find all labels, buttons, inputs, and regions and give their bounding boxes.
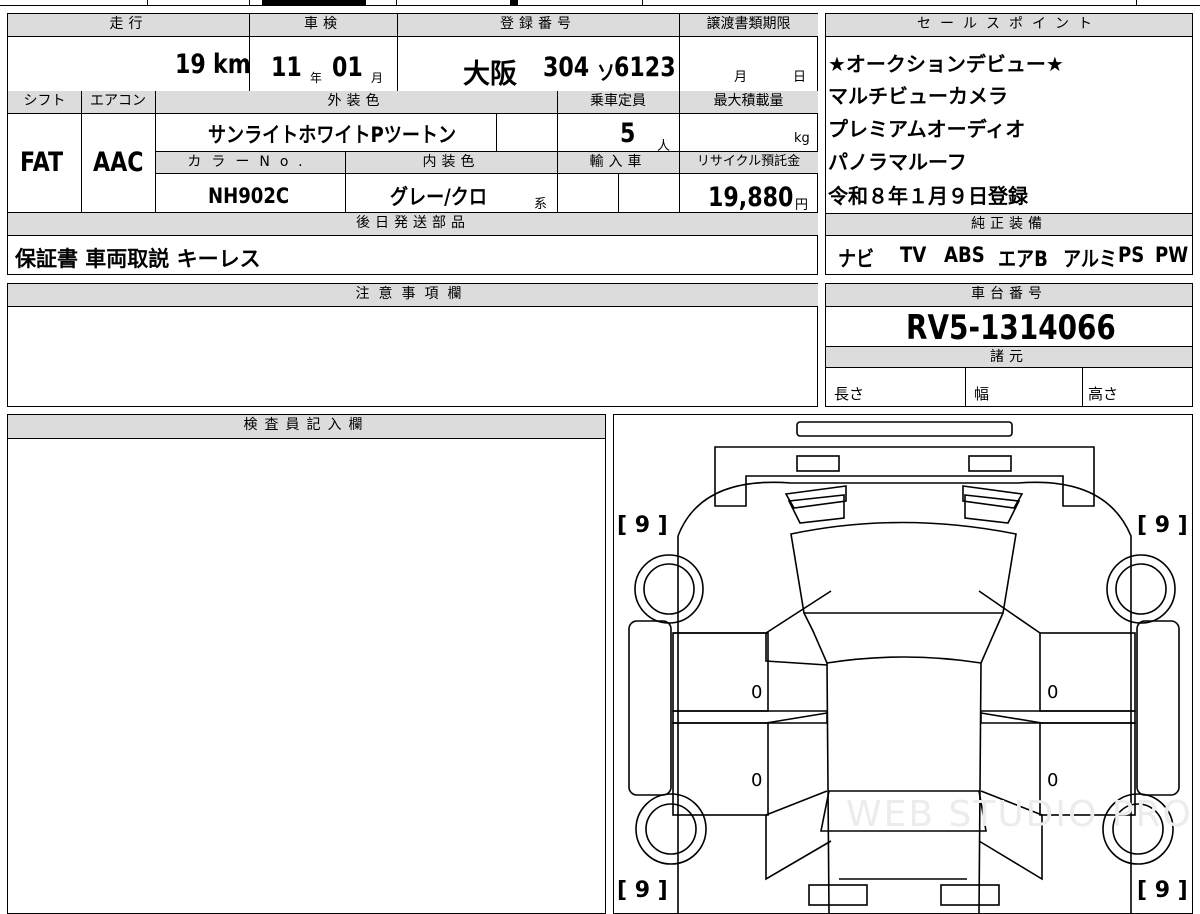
registration-number: 6123 <box>614 52 676 83</box>
car-diagram-panel: [ 9 ] [ 9 ] [ 9 ] [ 9 ] 0 0 0 0 WEB STUD… <box>613 414 1193 914</box>
inspection-month-unit: 月 <box>371 71 384 85</box>
sales-point-4: パノラマルーフ <box>828 150 967 174</box>
spec-length: 長さ <box>834 385 865 403</box>
shift-value: FAT <box>20 147 64 178</box>
inspection-header: 車検 <box>249 14 397 36</box>
chassis-no-header: 車台番号 <box>826 284 1192 306</box>
interior-color-header: 内装色 <box>345 152 557 173</box>
mileage-header: 走行 <box>8 14 249 36</box>
tire-depth-rear-right: [ 9 ] <box>1137 878 1188 903</box>
specs-header: 諸元 <box>826 347 1192 367</box>
registration-kana: ソ <box>597 61 616 85</box>
mileage-value: 19 <box>175 49 206 80</box>
equipment-alloy: アルミ <box>1063 247 1118 271</box>
tire-depth-rear-left: [ 9 ] <box>617 878 668 903</box>
recycle-fee-header: リサイクル預託金 <box>679 152 818 173</box>
shift-header: シフト <box>8 91 81 113</box>
equipment-pw: PW <box>1155 243 1189 267</box>
top-strip <box>0 0 1200 6</box>
color-no-value: NH902C <box>208 184 290 208</box>
registration-class: 304 <box>543 52 590 83</box>
spec-width: 幅 <box>974 385 990 403</box>
spec-height: 高さ <box>1088 385 1119 403</box>
watermark: WEB STUDIO PRO <box>846 794 1192 835</box>
aircon-header: エアコン <box>81 91 155 113</box>
sales-points-panel: セールスポイント ★オークションデビュー★ マルチビューカメラ プレミアムオーデ… <box>825 13 1193 275</box>
import-header: 輸入車 <box>557 152 679 173</box>
sales-point-2: マルチビューカメラ <box>828 84 1008 108</box>
mileage-unit: km <box>213 49 251 80</box>
sales-point-5: 令和８年１月９日登録 <box>828 184 1028 208</box>
equipment-airbag: エアB <box>998 247 1048 271</box>
inspector-header: 検査員記入欄 <box>8 415 605 438</box>
equipment-abs: ABS <box>944 243 985 267</box>
exterior-color-value: サンライトホワイトPツートン <box>208 123 457 147</box>
equipment-tv: TV <box>900 243 927 267</box>
tire-depth-front-left: [ 9 ] <box>617 513 668 538</box>
genuine-equipment-header: 純正装備 <box>826 214 1192 235</box>
sales-point-3: プレミアムオーディオ <box>828 117 1026 141</box>
equipment-ps: PS <box>1118 243 1145 267</box>
interior-color-value: グレー/クロ <box>390 185 487 209</box>
sales-points-header: セールスポイント <box>826 14 1192 36</box>
chassis-panel: 車台番号 RV5-1314066 諸元 長さ 幅 高さ <box>825 283 1193 407</box>
max-load-header: 最大積載量 <box>679 91 818 113</box>
car-diagram: [ 9 ] [ 9 ] [ 9 ] [ 9 ] 0 0 0 0 WEB STUD… <box>617 421 1192 913</box>
door-marker-rear-right: 0 <box>1047 770 1058 791</box>
inspection-year-unit: 年 <box>310 71 323 85</box>
notes-header: 注意事項欄 <box>8 284 818 306</box>
transfer-day-unit: 日 <box>793 70 807 85</box>
equipment-navi: ナビ <box>838 247 875 271</box>
interior-color-suffix: 系 <box>534 197 548 212</box>
sales-point-1: ★オークションデビュー★ <box>828 52 1064 76</box>
door-marker-front-left: 0 <box>751 682 762 703</box>
recycle-fee-value: 19,880 <box>708 182 794 213</box>
registration-region: 大阪 <box>463 59 517 90</box>
inspection-month: 01 <box>332 52 363 83</box>
registration-header: 登録番号 <box>397 14 679 36</box>
capacity-value: 5 <box>620 118 636 149</box>
inspector-panel: 検査員記入欄 <box>7 414 606 914</box>
vehicle-info-table: 走行 車検 登録番号 譲渡書類期限 19 km 11 年 01 月 大阪 304… <box>7 13 818 275</box>
max-load-unit: kg <box>794 131 810 146</box>
recycle-fee-unit: 円 <box>795 198 809 213</box>
inspection-year: 11 <box>271 52 302 83</box>
accessories-header: 後日発送部品 <box>8 213 818 235</box>
color-no-header: カラーNo. <box>155 152 345 173</box>
door-marker-front-right: 0 <box>1047 682 1058 703</box>
capacity-header: 乗車定員 <box>557 91 679 113</box>
aircon-value: AAC <box>93 147 144 178</box>
door-marker-rear-left: 0 <box>751 770 762 791</box>
tire-depth-front-right: [ 9 ] <box>1137 513 1188 538</box>
transfer-month-unit: 月 <box>734 70 748 85</box>
notes-panel: 注意事項欄 <box>7 283 818 407</box>
chassis-no-value: RV5-1314066 <box>906 308 1116 348</box>
transfer-deadline-header: 譲渡書類期限 <box>679 14 818 36</box>
exterior-color-header: 外装色 <box>155 91 557 113</box>
accessories-value: 保証書 車両取説 キーレス <box>15 247 261 271</box>
